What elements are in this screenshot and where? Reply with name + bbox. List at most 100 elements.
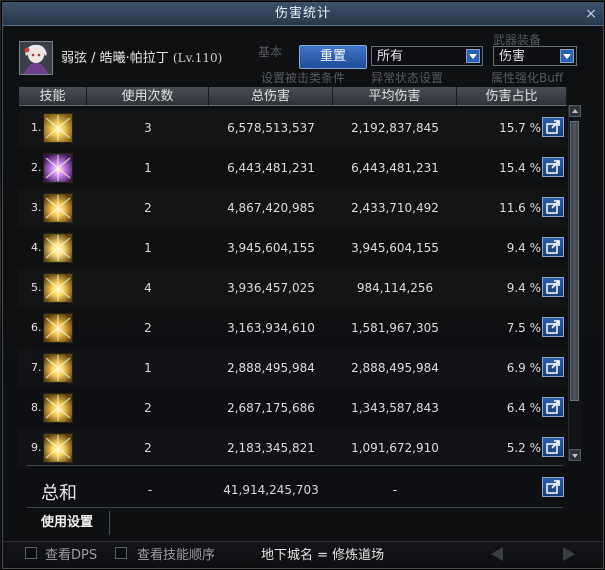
skill-flame-icon [43,313,73,343]
col-header-average[interactable]: 平均伤害 [333,87,457,106]
row-rank: 6. [31,321,42,334]
table-row: 1. 3 6,578,513,537 2,192,837,845 15.7 % [19,109,567,147]
share-row-button[interactable] [542,357,564,377]
close-icon[interactable]: × [583,6,599,22]
row-rank: 5. [31,281,42,294]
divider [27,465,563,466]
background-label: 设置被击类条件 [261,71,346,85]
skill-purple-burst-icon [43,153,73,183]
share-icon [546,360,560,374]
col-header-share[interactable]: 伤害占比 [457,87,567,106]
row-average-damage: 6,443,481,231 [351,161,439,175]
share-icon [546,120,560,134]
skill-rays-icon [43,113,73,143]
player-name: 弱弦 / 皓曦·帕拉丁 (Lv.110) [61,47,222,66]
row-average-damage: 1,343,587,843 [351,401,439,415]
row-total-damage: 2,888,495,984 [227,361,315,375]
chevron-down-icon [560,49,574,63]
share-icon [546,240,560,254]
share-row-button[interactable] [542,117,564,137]
row-average-damage: 2,192,837,845 [351,121,439,135]
row-total-damage: 2,687,175,686 [227,401,315,415]
row-uses: 2 [144,201,152,215]
row-total-damage: 3,163,934,610 [227,321,315,335]
row-damage-share: 7.5 % [506,321,541,335]
table-row: 7. 1 2,888,495,984 2,888,495,984 6.9 % [19,349,567,387]
share-row-button[interactable] [542,157,564,177]
show-dps-checkbox[interactable] [25,547,37,559]
row-damage-share: 5.2 % [506,441,541,455]
row-total-damage: 4,867,420,985 [227,201,315,215]
share-row-button[interactable] [542,277,564,297]
col-header-skill[interactable]: 技能 [19,87,87,106]
summary-total: 41,914,245,703 [223,483,319,497]
player-level: (Lv.110) [172,51,223,65]
row-damage-share: 9.4 % [506,281,541,295]
row-total-damage: 3,945,604,155 [227,241,315,255]
row-rank: 4. [31,241,42,254]
character-avatar [19,41,53,75]
table-row: 8. 2 2,687,175,686 1,343,587,843 6.4 % [19,389,567,427]
player-name-text: 弱弦 / 皓曦·帕拉丁 [61,51,169,66]
skill-starburst-icon [43,233,73,263]
share-summary-button[interactable] [542,477,564,497]
type-select[interactable]: 伤害 [493,46,577,66]
col-header-total[interactable]: 总伤害 [209,87,333,106]
scroll-down-icon[interactable] [569,449,581,461]
skill-radiant-icon [43,273,73,303]
share-icon [546,160,560,174]
row-total-damage: 6,443,481,231 [227,161,315,175]
row-rank: 3. [31,201,42,214]
type-select-value: 伤害 [499,49,526,64]
show-skill-order-label: 查看技能顺序 [137,548,216,563]
table-scrollbar[interactable] [568,105,581,461]
row-damage-share: 11.6 % [499,201,541,215]
share-row-button[interactable] [542,237,564,257]
row-average-damage: 1,091,672,910 [351,441,439,455]
show-dps-label: 查看DPS [45,548,98,563]
share-icon [546,440,560,454]
prev-arrow-icon[interactable] [491,547,503,561]
row-average-damage: 2,433,710,492 [351,201,439,215]
dungeon-name: 地下城名 = 修炼道场 [261,548,385,563]
row-damage-share: 15.4 % [499,161,541,175]
show-skill-order-checkbox[interactable] [115,547,127,559]
window-titlebar[interactable]: 伤害统计 [3,3,603,26]
row-uses: 2 [144,401,152,415]
scroll-thumb[interactable] [570,121,579,401]
row-damage-share: 6.9 % [506,361,541,375]
row-rank: 1. [31,121,42,134]
row-rank: 8. [31,401,42,414]
table-row: 2. 1 6,443,481,231 6,443,481,231 15.4 % [19,149,567,187]
share-row-button[interactable] [542,197,564,217]
share-icon [546,320,560,334]
chevron-down-icon [466,49,480,63]
next-arrow-icon[interactable] [563,547,575,561]
summary-label: 总和 [41,483,77,504]
row-average-damage: 1,581,967,305 [351,321,439,335]
row-damage-share: 15.7 % [499,121,541,135]
damage-stats-window: 伤害统计 × 基本 设置被击类条件 异常状态设置 属性强化Buff 武器装备 弱… [2,2,604,569]
filter-select[interactable]: 所有 [371,46,483,66]
share-icon [546,280,560,294]
row-average-damage: 2,888,495,984 [351,361,439,375]
background-label: 异常状态设置 [371,71,444,85]
filter-select-value: 所有 [377,49,404,64]
row-uses: 1 [144,361,152,375]
share-row-button[interactable] [542,437,564,457]
reset-button[interactable]: 重置 [299,45,367,69]
row-average-damage: 984,114,256 [356,281,434,295]
row-total-damage: 3,936,457,025 [227,281,315,295]
scroll-up-icon[interactable] [569,105,581,117]
col-header-uses[interactable]: 使用次数 [87,87,209,106]
tab-usage-settings[interactable]: 使用设置 [25,511,110,535]
row-rank: 2. [31,161,42,174]
background-label: 属性强化Buff [491,71,564,85]
summary-average: - [392,483,398,498]
background-label: 基本 [258,45,283,59]
row-rank: 9. [31,441,42,454]
share-row-button[interactable] [542,317,564,337]
share-row-button[interactable] [542,397,564,417]
skill-fountain-icon [43,433,73,463]
table-row: 6. 2 3,163,934,610 1,581,967,305 7.5 % [19,309,567,347]
